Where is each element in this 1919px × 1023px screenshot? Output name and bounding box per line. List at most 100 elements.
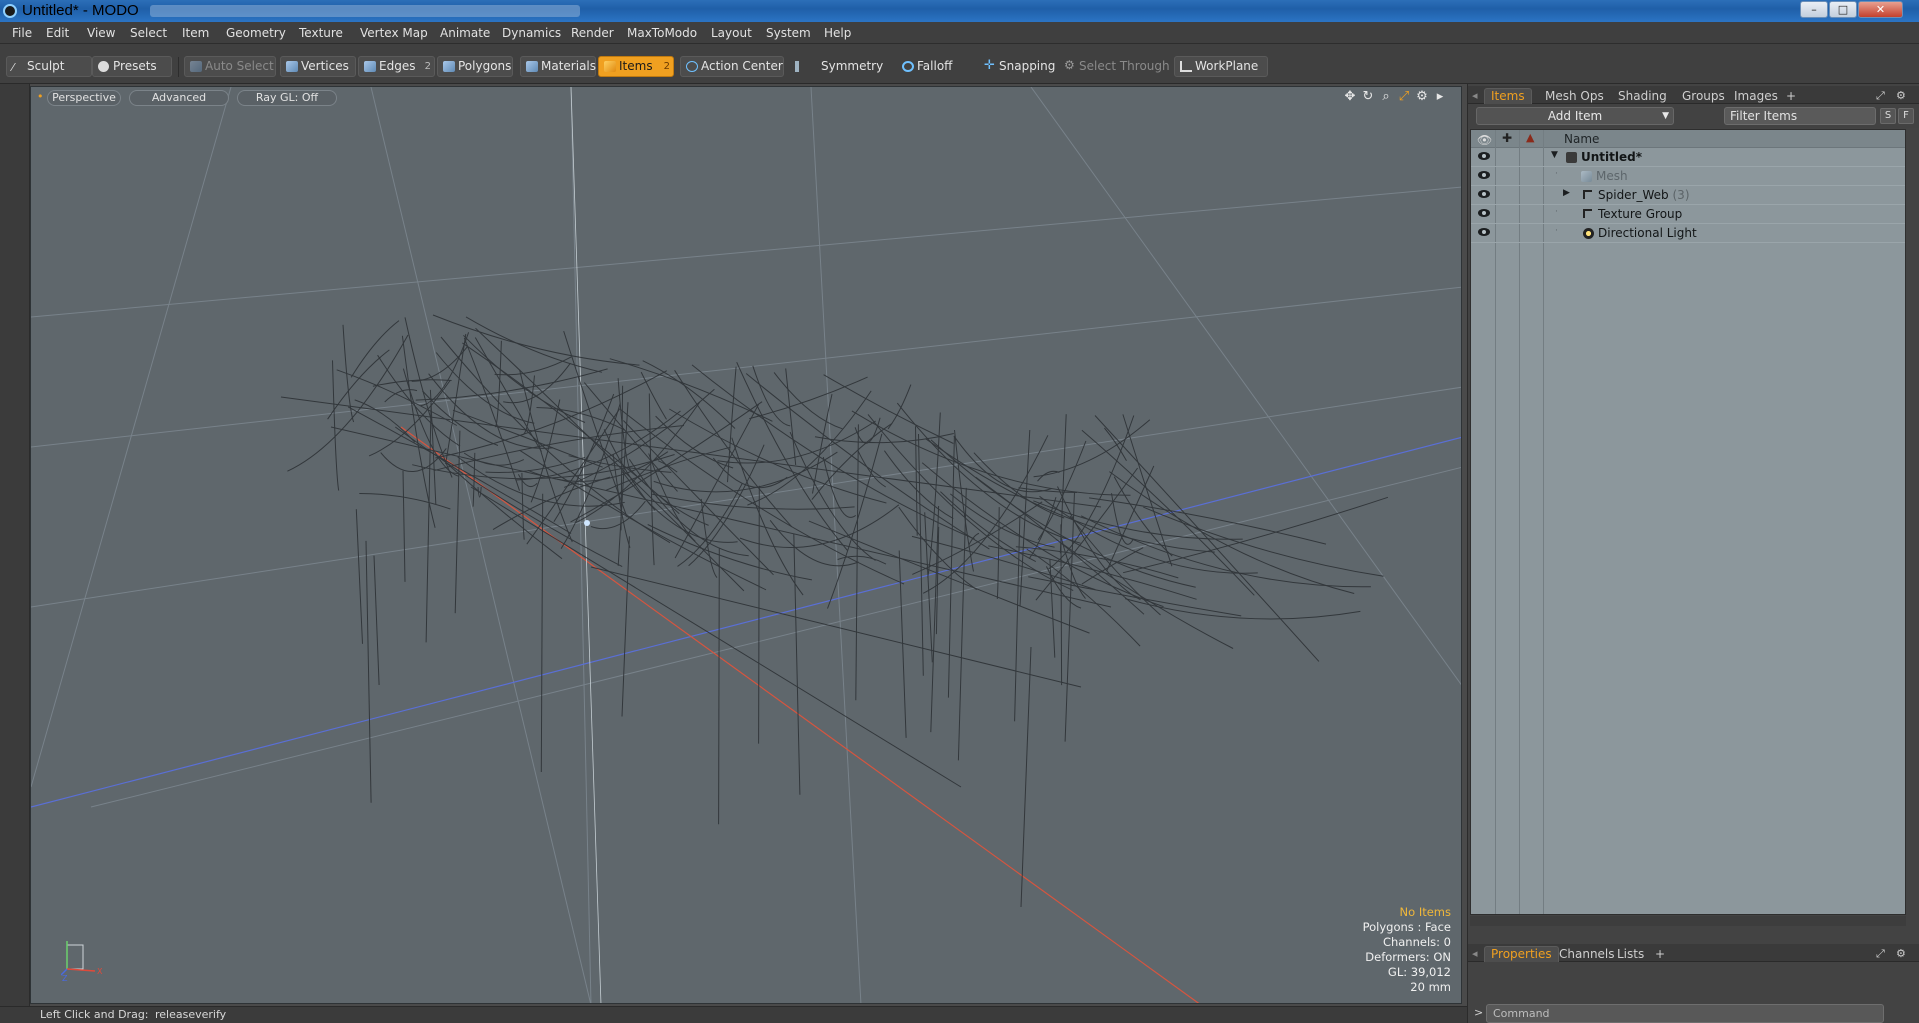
web-strand bbox=[350, 320, 400, 378]
menu-geometry[interactable]: Geometry bbox=[226, 26, 286, 40]
menu-render[interactable]: Render bbox=[571, 26, 614, 40]
vertices-button[interactable]: Vertices bbox=[280, 56, 356, 77]
pan-icon[interactable]: ✥ bbox=[1343, 90, 1357, 104]
items-button[interactable]: Items 2 bbox=[598, 56, 674, 77]
panel-expand-icon[interactable]: ⤢ bbox=[1876, 89, 1885, 103]
tree-row-texture-group[interactable]: · Texture Group bbox=[1471, 205, 1905, 224]
visibility-eye-icon[interactable] bbox=[1478, 152, 1490, 160]
presets-button[interactable]: Presets bbox=[92, 56, 172, 77]
visibility-eye-icon[interactable] bbox=[1478, 171, 1490, 179]
menu-maxtomodo[interactable]: MaxToModo bbox=[627, 26, 697, 40]
zoom-icon[interactable]: ⌕ bbox=[1379, 90, 1393, 104]
menu-texture[interactable]: Texture bbox=[299, 26, 343, 40]
tree-row-mesh[interactable]: · Mesh bbox=[1471, 167, 1905, 186]
web-anchor-thread bbox=[758, 485, 760, 744]
shading-mode-button[interactable]: Advanced bbox=[129, 90, 229, 106]
filter-options-button[interactable]: F bbox=[1898, 108, 1914, 124]
menu-bar: File Edit View Select Item Geometry Text… bbox=[0, 22, 1919, 44]
expand-arrow-icon[interactable]: ▶ bbox=[1563, 188, 1570, 198]
rotate-icon[interactable]: ↻ bbox=[1361, 90, 1375, 104]
brush-icon: ⁄ bbox=[12, 61, 14, 74]
add-tab-button[interactable]: + bbox=[1648, 946, 1672, 962]
menu-view[interactable]: View bbox=[87, 26, 115, 40]
menu-select[interactable]: Select bbox=[130, 26, 167, 40]
web-strand bbox=[749, 376, 868, 420]
maximize-button[interactable]: □ bbox=[1829, 1, 1857, 18]
materials-button[interactable]: Materials bbox=[520, 56, 596, 77]
web-strand bbox=[1060, 538, 1086, 599]
panel-settings-icon[interactable]: ⚙ bbox=[1896, 947, 1906, 960]
menu-animate[interactable]: Animate bbox=[440, 26, 490, 40]
auto-select-icon bbox=[190, 61, 202, 72]
web-strand bbox=[530, 399, 561, 503]
menu-help[interactable]: Help bbox=[824, 26, 851, 40]
edges-button[interactable]: Edges 2 bbox=[358, 56, 435, 77]
perspective-button[interactable]: Perspective bbox=[47, 90, 121, 106]
tree-item-label: Directional Light bbox=[1598, 226, 1697, 240]
workplane-icon bbox=[1180, 61, 1192, 72]
close-button[interactable]: ✕ bbox=[1858, 1, 1903, 18]
auto-select-button[interactable]: Auto Select bbox=[184, 56, 276, 77]
minimize-button[interactable]: – bbox=[1800, 1, 1828, 18]
panel-expand-icon[interactable]: ⤢ bbox=[1876, 947, 1885, 961]
viewport-expand-icon[interactable]: ▸ bbox=[1433, 90, 1447, 104]
tab-lists[interactable]: Lists bbox=[1610, 946, 1651, 962]
menu-edit[interactable]: Edit bbox=[46, 26, 69, 40]
tab-images[interactable]: Images bbox=[1727, 88, 1785, 104]
tree-row-directional-light[interactable]: · Directional Light bbox=[1471, 224, 1905, 243]
snapping-button[interactable]: ✛ Snapping bbox=[978, 56, 1064, 77]
sculpt-button[interactable]: ⁄ Sculpt bbox=[6, 56, 92, 77]
expand-arrow-icon[interactable]: ▼ bbox=[1551, 150, 1558, 160]
menu-layout[interactable]: Layout bbox=[711, 26, 752, 40]
raygl-button[interactable]: Ray GL: Off bbox=[237, 90, 337, 106]
edges-count: 2 bbox=[424, 61, 431, 72]
action-center-button[interactable]: Action Center bbox=[680, 56, 784, 77]
menu-item[interactable]: Item bbox=[182, 26, 209, 40]
tree-connector-icon: · bbox=[1555, 226, 1558, 236]
command-input[interactable] bbox=[1486, 1004, 1884, 1023]
web-strand bbox=[465, 316, 603, 373]
menu-file[interactable]: File bbox=[12, 26, 32, 40]
tab-groups[interactable]: Groups bbox=[1675, 88, 1732, 104]
search-options-button[interactable]: S bbox=[1880, 108, 1896, 124]
falloff-button[interactable]: Falloff bbox=[896, 56, 978, 77]
vertices-icon bbox=[286, 61, 298, 72]
menu-system[interactable]: System bbox=[766, 26, 811, 40]
visibility-eye-icon[interactable] bbox=[1478, 228, 1490, 236]
maximize-view-icon[interactable]: ⤢ bbox=[1397, 90, 1411, 104]
menu-dynamics[interactable]: Dynamics bbox=[502, 26, 561, 40]
panel-settings-icon[interactable]: ⚙ bbox=[1896, 89, 1906, 102]
web-strand bbox=[677, 483, 743, 567]
axis-gizmo-icon: X Z bbox=[61, 941, 103, 983]
polygons-button[interactable]: Polygons bbox=[437, 56, 513, 77]
falloff-label: Falloff bbox=[917, 59, 953, 73]
visibility-eye-icon[interactable] bbox=[1478, 190, 1490, 198]
web-anchor-thread bbox=[365, 540, 372, 803]
items-label: Items bbox=[619, 59, 653, 73]
tab-shading[interactable]: Shading bbox=[1611, 88, 1674, 104]
visibility-eye-icon[interactable] bbox=[1478, 209, 1490, 217]
grid-line bbox=[570, 87, 592, 1003]
add-item-button[interactable]: Add Item ▼ bbox=[1476, 107, 1674, 125]
tree-row-spider-web[interactable]: ▶ Spider_Web (3) bbox=[1471, 186, 1905, 205]
add-tab-button[interactable]: + bbox=[1779, 88, 1803, 104]
web-anchor-thread bbox=[957, 487, 967, 761]
tree-row-scene[interactable]: ▼ Untitled* bbox=[1471, 148, 1905, 167]
status-bar: Left Click and Drag: releaseverify bbox=[0, 1006, 1467, 1023]
tab-items[interactable]: Items bbox=[1484, 88, 1532, 104]
tree-scrollbar[interactable] bbox=[1470, 916, 1906, 926]
symmetry-button[interactable]: Symmetry bbox=[788, 56, 884, 77]
workplane-button[interactable]: WorkPlane bbox=[1174, 56, 1268, 77]
tab-mesh-ops[interactable]: Mesh Ops bbox=[1538, 88, 1611, 104]
modo-logo-icon bbox=[3, 4, 17, 18]
name-column-header[interactable]: Name bbox=[1564, 132, 1599, 146]
menu-vertex-map[interactable]: Vertex Map bbox=[360, 26, 428, 40]
viewport-settings-icon[interactable]: ⚙ bbox=[1415, 90, 1429, 104]
3d-viewport[interactable]: • Perspective Advanced Ray GL: Off ✥ ↻ ⌕ ⤢ ⚙… bbox=[30, 86, 1462, 1004]
filter-items-input[interactable] bbox=[1724, 107, 1876, 125]
viewport-menu-dot-icon[interactable]: • bbox=[37, 90, 44, 106]
select-through-button[interactable]: ⚙ Select Through bbox=[1058, 56, 1172, 77]
tab-properties[interactable]: Properties bbox=[1484, 946, 1559, 962]
web-strand bbox=[851, 410, 1131, 496]
polygons-info: Polygons : Face bbox=[1362, 920, 1451, 934]
